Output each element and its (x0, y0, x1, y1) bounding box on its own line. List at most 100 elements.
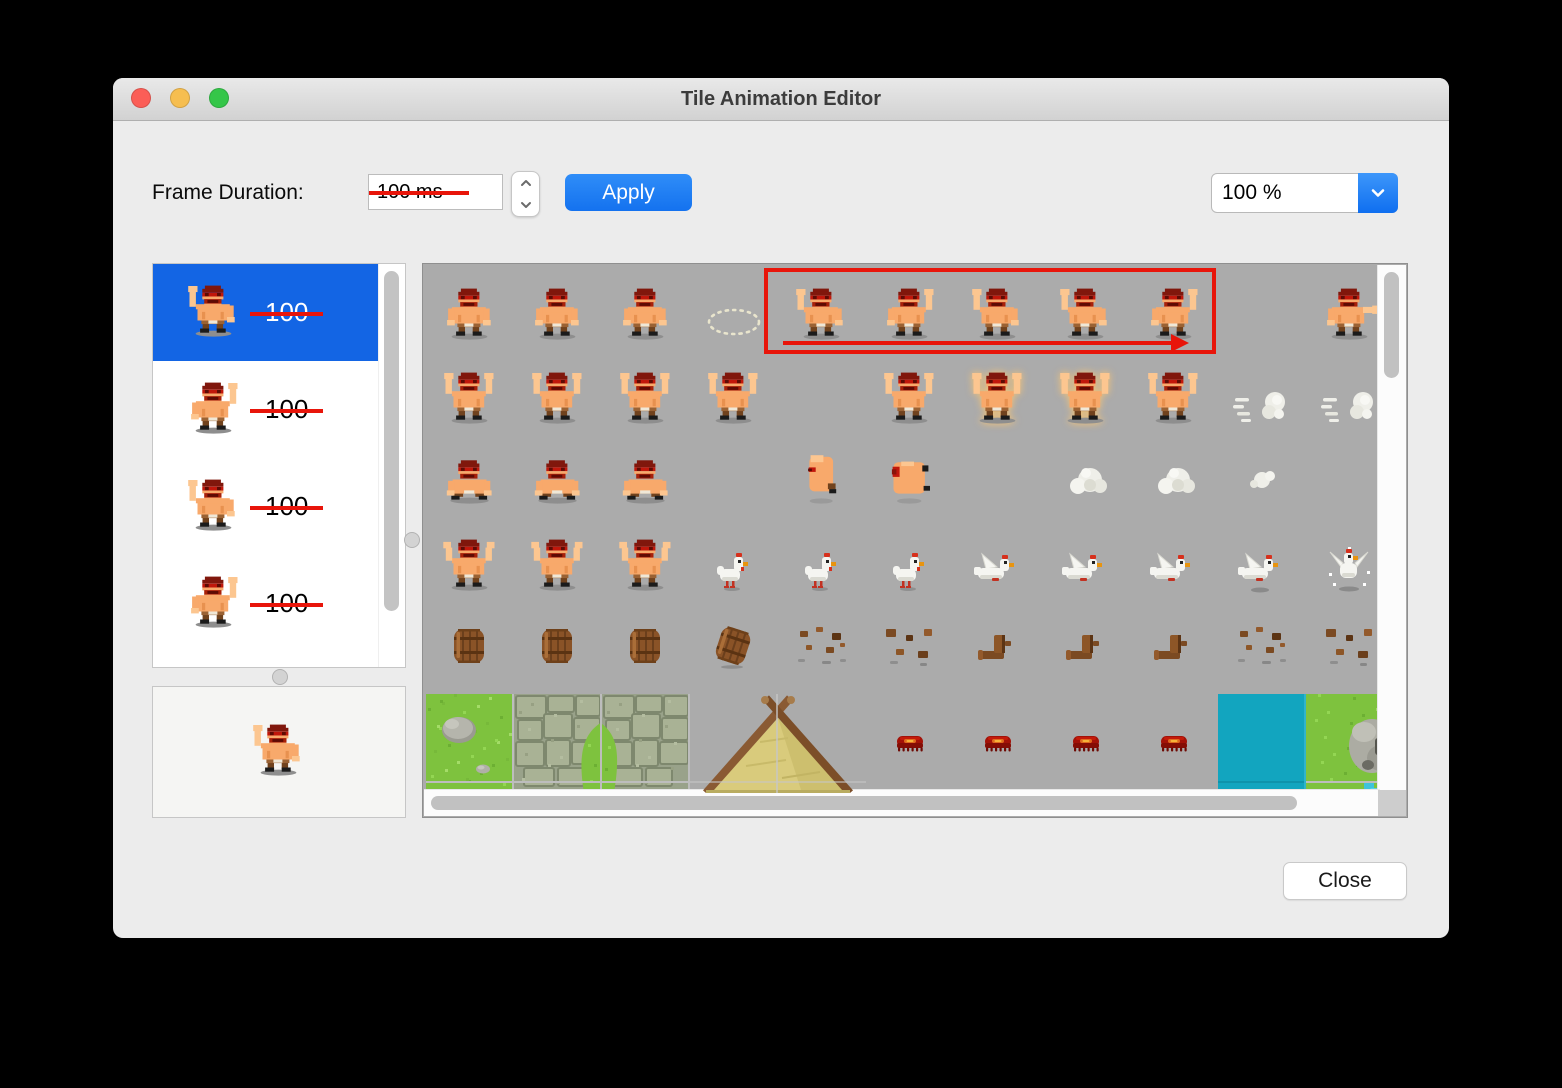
tile-cell-chicken_fly[interactable] (1130, 522, 1218, 600)
tile-row (426, 600, 1394, 694)
tile-cell-empty[interactable] (1218, 266, 1306, 352)
frame-sprite (181, 280, 247, 346)
tile-cell-grass[interactable] (426, 694, 514, 793)
tile-cell-empty[interactable] (954, 438, 1042, 522)
frame-duration-value: 100 (249, 491, 324, 521)
tile-cell-roll[interactable] (866, 438, 954, 522)
frame-duration-label: Frame Duration: (152, 181, 304, 204)
tile-cell-raise2[interactable] (866, 266, 954, 352)
tile-cell-tent_l[interactable] (690, 694, 866, 793)
tile-cell-raise3[interactable] (954, 266, 1042, 352)
tileset-horizontal-scrollbar-thumb[interactable] (431, 796, 1297, 810)
frame-sprite (181, 571, 247, 637)
frame-list-scrollbar-thumb[interactable] (384, 271, 399, 611)
horizontal-splitter-knob[interactable] (272, 669, 288, 685)
frame-duration-value: 100 (249, 588, 324, 618)
tileset-vertical-scrollbar-thumb[interactable] (1384, 272, 1399, 378)
tile-cell-bug[interactable] (1130, 694, 1218, 793)
tile-cell-bug[interactable] (1042, 694, 1130, 793)
frame-list-item[interactable]: 100 (153, 264, 380, 361)
tile-cell-armsup[interactable] (426, 352, 514, 438)
frame-list-item[interactable]: 100 (153, 361, 380, 458)
tile-cell-chicken_fly[interactable] (1042, 522, 1130, 600)
tile-cell-armsup_glow[interactable] (954, 352, 1042, 438)
tile-cell-jump[interactable] (778, 438, 866, 522)
tile-cell-chicken[interactable] (866, 522, 954, 600)
tile-cell-empty[interactable] (778, 352, 866, 438)
tile-cell-crouch[interactable] (426, 438, 514, 522)
tile-cell-puff[interactable] (1042, 438, 1130, 522)
tile-cell-armsup_glow[interactable] (1042, 352, 1130, 438)
tile-cell-wood[interactable] (1130, 600, 1218, 694)
tileset-panel (422, 263, 1408, 818)
tile-cell-armsup[interactable] (602, 352, 690, 438)
frame-duration-stepper[interactable] (511, 171, 540, 217)
titlebar[interactable]: Tile Animation Editor (113, 78, 1449, 121)
close-button[interactable]: Close (1283, 862, 1407, 900)
tile-cell-empty[interactable] (690, 438, 778, 522)
frame-list-item[interactable]: 100 (153, 652, 380, 667)
tile-grid (426, 266, 1394, 793)
tile-cell-chicken_land[interactable] (1218, 522, 1306, 600)
frame-duration-field-wrap (368, 174, 503, 210)
tile-cell-puff_s[interactable] (1218, 438, 1306, 522)
tile-cell-armsup[interactable] (514, 352, 602, 438)
tile-row (426, 694, 1394, 793)
window-title: Tile Animation Editor (680, 88, 881, 110)
tile-cell-raise2[interactable] (1130, 266, 1218, 352)
stepper-up-icon[interactable] (512, 172, 539, 194)
tile-cell-barrel[interactable] (514, 600, 602, 694)
tile-row (426, 522, 1394, 600)
vertical-splitter-knob[interactable] (404, 532, 420, 548)
tile-cell-stand[interactable] (514, 266, 602, 352)
frame-list-item[interactable]: 100 (153, 458, 380, 555)
tile-row (426, 266, 1394, 352)
tile-cell-barrel[interactable] (426, 600, 514, 694)
tile-cell-ghost[interactable] (690, 266, 778, 352)
scrollbar-corner (1378, 790, 1406, 816)
zoom-chevron-button[interactable] (1358, 173, 1398, 213)
tile-cell-cheer[interactable] (426, 522, 514, 600)
apply-button[interactable]: Apply (565, 174, 692, 211)
tile-cell-smokedash[interactable] (1218, 352, 1306, 438)
tile-cell-chicken[interactable] (690, 522, 778, 600)
zoom-value: 100 % (1222, 181, 1282, 204)
frame-duration-input[interactable] (368, 174, 503, 210)
tile-cell-stone_l[interactable] (602, 694, 690, 793)
tile-cell-cheer[interactable] (514, 522, 602, 600)
tile-cell-puff[interactable] (1130, 438, 1218, 522)
tileset-vertical-scrollbar[interactable] (1377, 265, 1406, 791)
frame-sprite (181, 377, 247, 443)
tile-cell-bug[interactable] (866, 694, 954, 793)
tile-cell-armsup[interactable] (866, 352, 954, 438)
tile-cell-crouch[interactable] (602, 438, 690, 522)
tile-cell-stone_r[interactable] (514, 694, 602, 793)
zoom-select[interactable]: 100 % (1211, 173, 1398, 213)
tile-cell-barrel[interactable] (602, 600, 690, 694)
tile-cell-debris[interactable] (1218, 600, 1306, 694)
frame-list-item[interactable]: 100 (153, 555, 380, 652)
tile-row (426, 438, 1394, 522)
tile-cell-debris[interactable] (778, 600, 866, 694)
tile-cell-raise[interactable] (778, 266, 866, 352)
frame-list-scrollbar[interactable] (378, 264, 405, 667)
tile-cell-armsup[interactable] (1130, 352, 1218, 438)
tile-cell-raise[interactable] (1042, 266, 1130, 352)
frame-list-panel: 100 100 100 100 100 (152, 263, 406, 668)
tile-cell-stand[interactable] (602, 266, 690, 352)
tile-cell-armsup[interactable] (690, 352, 778, 438)
tile-cell-cheer[interactable] (602, 522, 690, 600)
tile-cell-wood[interactable] (954, 600, 1042, 694)
tile-cell-wood[interactable] (1042, 600, 1130, 694)
tile-cell-chicken[interactable] (778, 522, 866, 600)
tile-cell-barrel_tilt[interactable] (690, 600, 778, 694)
tile-cell-water[interactable] (1218, 694, 1306, 793)
tile-cell-crouch[interactable] (514, 438, 602, 522)
tile-cell-stand[interactable] (426, 266, 514, 352)
tileset-horizontal-scrollbar[interactable] (424, 789, 1380, 816)
tile-cell-bug[interactable] (954, 694, 1042, 793)
stepper-down-icon[interactable] (512, 194, 539, 216)
tile-cell-debris2[interactable] (866, 600, 954, 694)
chevron-down-icon (1371, 189, 1385, 197)
tile-cell-chicken_fly[interactable] (954, 522, 1042, 600)
